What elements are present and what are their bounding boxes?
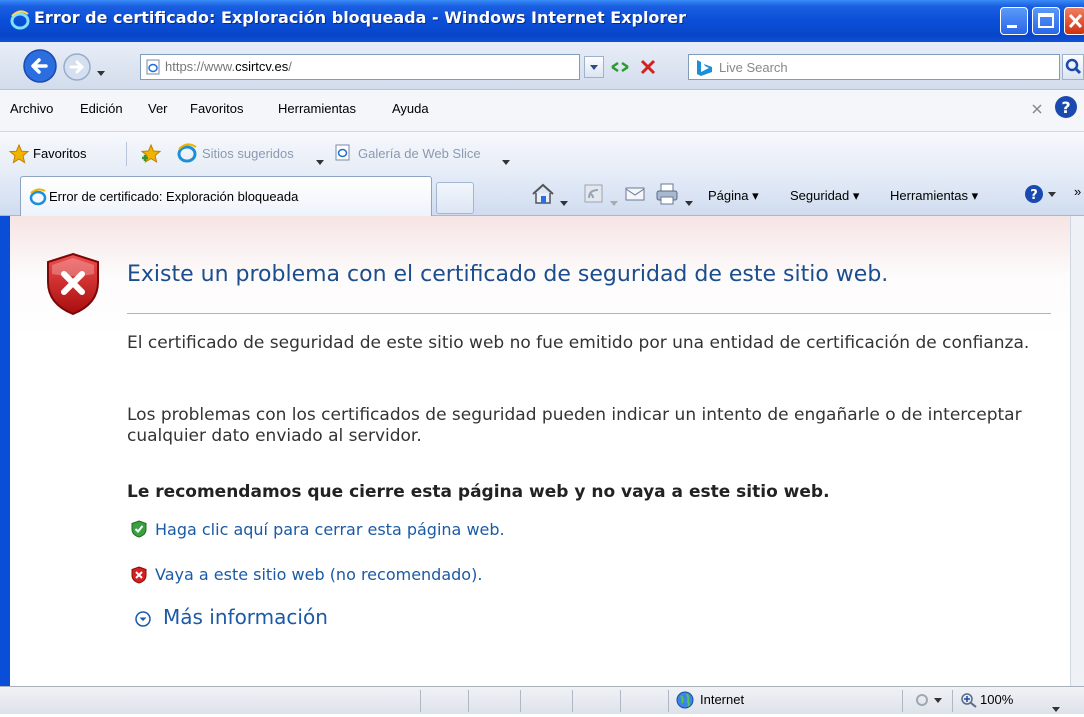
status-separator [420, 690, 421, 712]
history-dropdown-icon[interactable] [96, 62, 106, 76]
more-info-link[interactable]: Más información [163, 605, 328, 629]
status-separator [952, 690, 953, 712]
ie-logo-icon [10, 10, 30, 30]
new-tab-button[interactable] [436, 182, 474, 214]
menu-ver[interactable]: Ver [148, 101, 168, 116]
close-page-link[interactable]: Haga clic aquí para cerrar esta página w… [155, 520, 505, 539]
continue-to-site-link[interactable]: Vaya a este sitio web (no recomendado). [155, 565, 482, 584]
home-dropdown-icon[interactable] [560, 192, 568, 206]
close-window-button[interactable] [1064, 7, 1084, 35]
status-separator [668, 690, 669, 712]
home-icon[interactable] [530, 181, 556, 207]
vertical-scrollbar[interactable] [1070, 216, 1084, 686]
search-input[interactable]: Live Search [688, 54, 1060, 80]
forward-button[interactable] [62, 52, 92, 82]
address-dropdown-button[interactable] [584, 56, 604, 78]
zoom-level[interactable]: 100% [980, 692, 1013, 707]
webslice-icon [334, 144, 352, 162]
rss-icon[interactable] [584, 184, 604, 204]
svg-text:?: ? [1061, 98, 1070, 117]
webslice-gallery-link[interactable]: Galería de Web Slice [358, 146, 481, 161]
menu-ayuda[interactable]: Ayuda [392, 101, 429, 116]
back-button[interactable] [22, 48, 58, 84]
rss-dropdown-icon[interactable] [610, 192, 618, 206]
tab-certificate-error[interactable]: Error de certificado: Exploración bloque… [20, 176, 432, 216]
overflow-chevron-icon[interactable]: » [1074, 184, 1084, 199]
explanation-paragraph-1: El certificado de seguridad de este siti… [127, 333, 1030, 353]
print-dropdown-icon[interactable] [685, 192, 693, 206]
suggested-dropdown-icon[interactable] [316, 151, 324, 165]
page-heading: Existe un problema con el certificado de… [127, 262, 889, 287]
suggested-sites-link[interactable]: Sitios sugeridos [202, 146, 294, 161]
expand-circle-icon[interactable] [134, 610, 152, 628]
recommendation-text: Le recomendamos que cierre esta página w… [127, 482, 830, 502]
tools-menu[interactable]: Herramientas ▾ [890, 188, 978, 204]
webslice-dropdown-icon[interactable] [502, 151, 510, 165]
stop-button[interactable] [636, 55, 660, 79]
close-menu-icon[interactable] [1028, 100, 1046, 118]
address-input[interactable]: https://www.csirtcv.es/ [140, 54, 580, 80]
zoom-dropdown-icon[interactable] [1052, 698, 1060, 712]
menu-archivo[interactable]: Archivo [10, 101, 53, 116]
heading-divider [127, 313, 1051, 314]
window-left-border [0, 216, 10, 686]
help-menu-icon[interactable]: ? [1022, 182, 1062, 206]
bing-icon [693, 59, 715, 77]
status-separator [520, 690, 521, 712]
page-menu[interactable]: Página ▾ [708, 188, 759, 204]
refresh-button[interactable] [608, 55, 632, 79]
menu-edicion[interactable]: Edición [80, 101, 123, 116]
security-menu[interactable]: Seguridad ▾ [790, 188, 859, 204]
status-separator [572, 690, 573, 712]
zoom-icon [960, 692, 978, 708]
green-check-icon [130, 520, 148, 538]
ie-suggested-icon [176, 142, 198, 164]
status-separator [902, 690, 903, 712]
maximize-button[interactable] [1032, 7, 1060, 35]
status-separator [468, 690, 469, 712]
menu-favoritos[interactable]: Favoritos [190, 101, 243, 116]
print-icon[interactable] [654, 182, 680, 206]
help-icon[interactable]: ? [1052, 93, 1082, 123]
search-button[interactable] [1062, 54, 1084, 80]
address-url: https://www.csirtcv.es/ [165, 59, 292, 74]
menu-herramientas[interactable]: Herramientas [278, 101, 356, 116]
security-zone: Internet [700, 692, 745, 707]
tab-title: Error de certificado: Exploración bloque… [49, 189, 299, 204]
page-icon [145, 59, 161, 75]
protected-mode-icon[interactable] [914, 692, 946, 708]
svg-text:?: ? [1030, 188, 1038, 203]
mail-icon[interactable] [624, 184, 646, 204]
ie-tab-icon [29, 188, 47, 206]
favorites-separator [126, 142, 127, 166]
globe-icon [676, 691, 694, 709]
explanation-paragraph-2: Los problemas con los certificados de se… [127, 405, 1022, 446]
status-separator [620, 690, 621, 712]
window-title: Error de certificado: Exploración bloque… [34, 8, 687, 27]
add-favorites-icon[interactable] [138, 142, 166, 166]
minimize-button[interactable] [1000, 7, 1028, 35]
shield-error-icon [44, 252, 102, 316]
favorites-button[interactable]: Favoritos [33, 146, 86, 161]
favorites-star-icon [8, 143, 30, 165]
red-x-icon [130, 566, 148, 584]
search-placeholder: Live Search [719, 60, 788, 75]
